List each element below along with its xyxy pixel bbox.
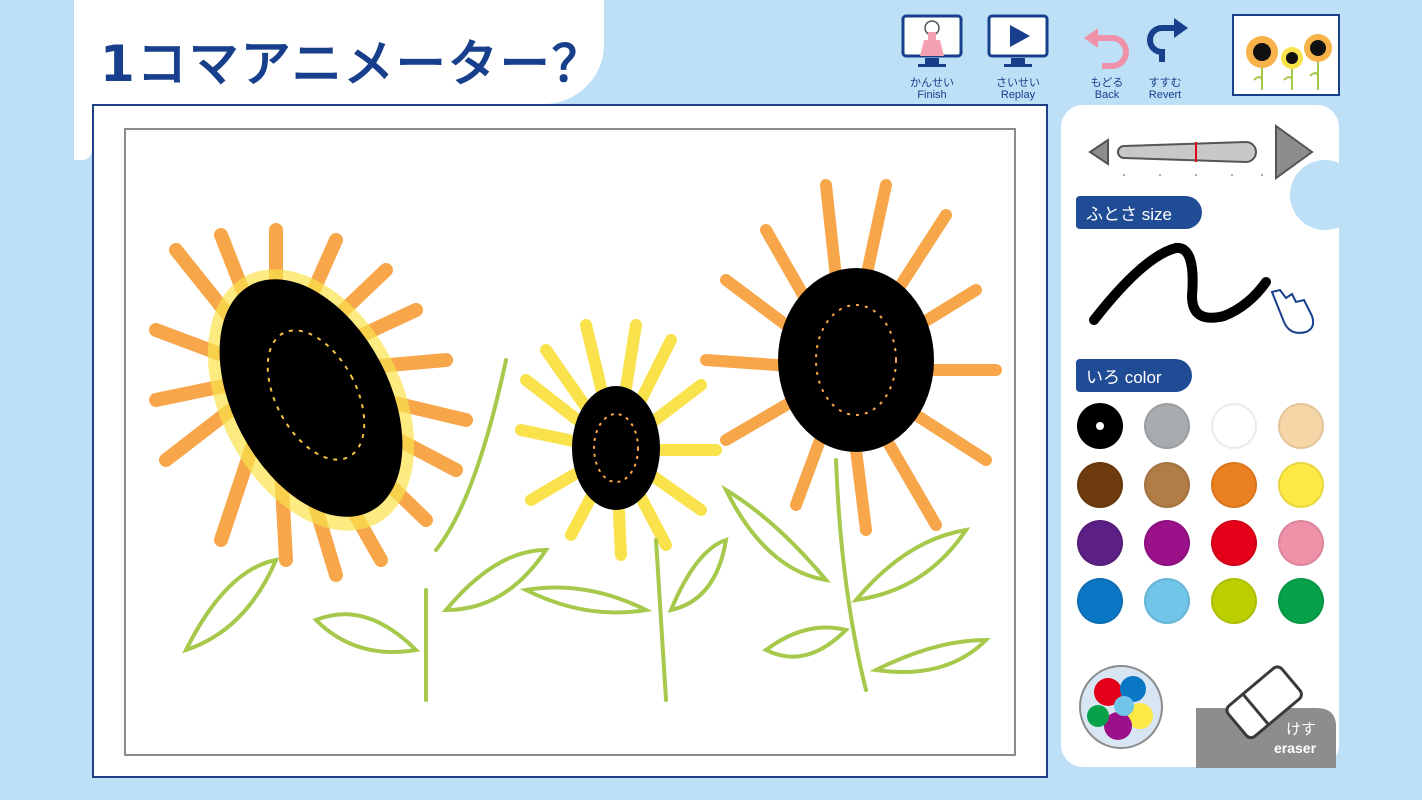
revert-label-jp: すすむ bbox=[1148, 76, 1182, 89]
eraser-icon bbox=[1196, 665, 1336, 768]
size-decrease-arrow-icon[interactable] bbox=[1088, 138, 1109, 166]
drawing-canvas[interactable] bbox=[124, 128, 1016, 756]
sunflower-middle bbox=[515, 319, 722, 561]
eraser-label-jp: けす bbox=[1286, 720, 1317, 738]
back-label-en: Back bbox=[1094, 89, 1120, 101]
color-label: いろ color bbox=[1076, 359, 1192, 392]
undo-arrow-icon bbox=[1084, 28, 1129, 69]
color-swatch-purple[interactable] bbox=[1077, 520, 1123, 566]
color-swatch-white[interactable] bbox=[1211, 403, 1257, 449]
color-swatch-magenta[interactable] bbox=[1144, 520, 1190, 566]
replay-label-en: Replay bbox=[1000, 89, 1036, 101]
color-swatch-sky-blue[interactable] bbox=[1144, 578, 1190, 624]
monitor-person-icon bbox=[901, 14, 963, 67]
slider-track[interactable] bbox=[1117, 140, 1257, 164]
eraser-label-en: eraser bbox=[1274, 740, 1317, 756]
finish-label-jp: かんせい bbox=[910, 76, 954, 89]
color-swatch-green[interactable] bbox=[1278, 578, 1324, 624]
replay-label-jp: さいせい bbox=[996, 76, 1040, 89]
finish-label-en: Finish bbox=[917, 89, 947, 101]
size-slider[interactable] bbox=[1086, 122, 1316, 184]
sunflower-right bbox=[700, 179, 1002, 536]
pointing-hand-icon bbox=[1270, 288, 1314, 334]
monitor-play-icon bbox=[987, 14, 1049, 67]
sunflower-drawing bbox=[149, 179, 1002, 702]
color-swatch-brown[interactable] bbox=[1077, 462, 1123, 508]
selected-indicator bbox=[1096, 422, 1104, 430]
finish-button[interactable]: かんせい Finish bbox=[900, 14, 964, 101]
color-swatch-black[interactable] bbox=[1077, 403, 1123, 449]
color-swatch-pink[interactable] bbox=[1278, 520, 1324, 566]
size-label: ふとさ size bbox=[1076, 196, 1202, 229]
color-swatch-blue[interactable] bbox=[1077, 578, 1123, 624]
size-increase-arrow-icon[interactable] bbox=[1275, 124, 1314, 180]
color-swatch-orange[interactable] bbox=[1211, 462, 1257, 508]
revert-button[interactable]: すすむ Revert bbox=[1140, 14, 1190, 101]
app-title: 1コマアニメーター？ bbox=[100, 35, 604, 93]
color-swatch-yellow[interactable] bbox=[1278, 462, 1324, 508]
revert-label-en: Revert bbox=[1148, 89, 1182, 101]
palette-icon bbox=[1079, 665, 1163, 749]
eraser-button[interactable]: けす eraser bbox=[1196, 656, 1338, 768]
frame-thumbnail[interactable] bbox=[1232, 14, 1340, 96]
brush-preview bbox=[1089, 243, 1314, 334]
color-swatch-yellow-green[interactable] bbox=[1211, 578, 1257, 624]
replay-button[interactable]: さいせい Replay bbox=[986, 14, 1050, 101]
sunflower-left bbox=[149, 223, 473, 582]
color-swatch-beige[interactable] bbox=[1278, 403, 1324, 449]
color-swatch-red[interactable] bbox=[1211, 520, 1257, 566]
drawing-stage bbox=[92, 104, 1048, 778]
back-button[interactable]: もどる Back bbox=[1082, 14, 1132, 101]
redo-arrow-icon bbox=[1147, 18, 1188, 62]
color-palette-button[interactable] bbox=[1078, 664, 1164, 750]
back-label-jp: もどる bbox=[1090, 76, 1124, 89]
color-swatch-gray[interactable] bbox=[1144, 403, 1190, 449]
color-swatch-light-brown[interactable] bbox=[1144, 462, 1190, 508]
sunflower-thumbnail-icon bbox=[1246, 34, 1332, 90]
